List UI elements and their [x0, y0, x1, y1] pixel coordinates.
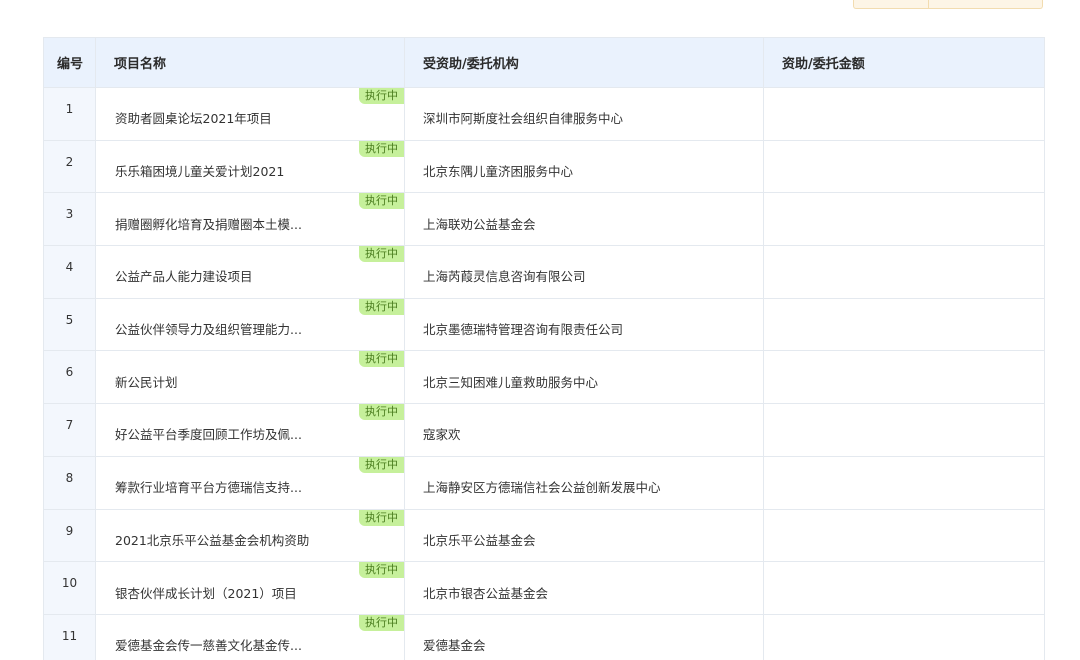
top-tab-group: [853, 0, 1043, 9]
row-number: 3: [43, 192, 96, 247]
table-row[interactable]: 6 执行中 新公民计划 北京三知困难儿童救助服务中心: [43, 350, 1045, 405]
column-header-project-name: 项目名称: [95, 37, 405, 88]
table-row[interactable]: 7 执行中 好公益平台季度回顾工作坊及佩... 寇家欢: [43, 403, 1045, 457]
amount: [763, 455, 1045, 510]
status-badge: 执行中: [359, 140, 404, 157]
amount: [763, 139, 1045, 194]
amount: [763, 87, 1045, 141]
project-name[interactable]: 公益产品人能力建设项目: [115, 266, 404, 285]
organization: 上海芮葭灵信息咨询有限公司: [404, 245, 764, 299]
status-badge: 执行中: [359, 456, 404, 473]
table-row[interactable]: 8 执行中 筹款行业培育平台方德瑞信支持... 上海静安区方德瑞信社会公益创新发…: [43, 455, 1045, 510]
project-name[interactable]: 爱德基金会传一慈善文化基金传...: [115, 635, 404, 654]
table-row[interactable]: 1 执行中 资助者圆桌论坛2021年项目 深圳市阿斯度社会组织自律服务中心: [43, 87, 1045, 141]
status-badge: 执行中: [359, 562, 404, 579]
table-row[interactable]: 11 执行中 爱德基金会传一慈善文化基金传... 爱德基金会: [43, 613, 1045, 660]
status-badge: 执行中: [359, 298, 404, 315]
project-name-cell[interactable]: 执行中 公益产品人能力建设项目: [95, 245, 405, 299]
project-name-cell[interactable]: 执行中 公益伙伴领导力及组织管理能力...: [95, 297, 405, 352]
project-name-cell[interactable]: 执行中 爱德基金会传一慈善文化基金传...: [95, 613, 405, 660]
row-number: 11: [43, 613, 96, 660]
organization: 北京乐平公益基金会: [404, 508, 764, 563]
amount: [763, 350, 1045, 405]
amount: [763, 561, 1045, 615]
table-row[interactable]: 2 执行中 乐乐箱困境儿童关爱计划2021 北京东隅儿童济困服务中心: [43, 139, 1045, 194]
row-number: 5: [43, 297, 96, 352]
project-name[interactable]: 新公民计划: [115, 372, 404, 391]
project-name-cell[interactable]: 执行中 资助者圆桌论坛2021年项目: [95, 87, 405, 141]
column-header-organization: 受资助/委托机构: [404, 37, 764, 88]
project-name-cell[interactable]: 执行中 捐赠圈孵化培育及捐赠圈本土模...: [95, 192, 405, 247]
amount: [763, 245, 1045, 299]
row-number: 7: [43, 403, 96, 457]
row-number: 9: [43, 508, 96, 563]
project-name[interactable]: 筹款行业培育平台方德瑞信支持...: [115, 477, 404, 496]
table-row[interactable]: 5 执行中 公益伙伴领导力及组织管理能力... 北京墨德瑞特管理咨询有限责任公司: [43, 297, 1045, 352]
status-badge: 执行中: [359, 509, 404, 526]
project-name-cell[interactable]: 执行中 银杏伙伴成长计划（2021）项目: [95, 561, 405, 615]
table-header-row: 编号 项目名称 受资助/委托机构 资助/委托金额: [43, 37, 1045, 88]
page: 编号 项目名称 受资助/委托机构 资助/委托金额 1 执行中 资助者圆桌论坛20…: [0, 0, 1080, 660]
status-badge: 执行中: [359, 351, 404, 368]
project-name[interactable]: 2021北京乐平公益基金会机构资助: [115, 530, 404, 549]
project-name-cell[interactable]: 执行中 筹款行业培育平台方德瑞信支持...: [95, 455, 405, 510]
organization: 北京三知困难儿童救助服务中心: [404, 350, 764, 405]
project-name-cell[interactable]: 执行中 乐乐箱困境儿童关爱计划2021: [95, 139, 405, 194]
column-header-number: 编号: [43, 37, 96, 88]
project-name[interactable]: 乐乐箱困境儿童关爱计划2021: [115, 161, 404, 180]
funding-projects-table: 编号 项目名称 受资助/委托机构 资助/委托金额 1 执行中 资助者圆桌论坛20…: [43, 37, 1045, 660]
status-badge: 执行中: [359, 88, 404, 104]
status-badge: 执行中: [359, 193, 404, 210]
table-row[interactable]: 3 执行中 捐赠圈孵化培育及捐赠圈本土模... 上海联劝公益基金会: [43, 192, 1045, 247]
amount: [763, 192, 1045, 247]
table-row[interactable]: 9 执行中 2021北京乐平公益基金会机构资助 北京乐平公益基金会: [43, 508, 1045, 563]
organization: 寇家欢: [404, 403, 764, 457]
project-name-cell[interactable]: 执行中 2021北京乐平公益基金会机构资助: [95, 508, 405, 563]
row-number: 2: [43, 139, 96, 194]
row-number: 8: [43, 455, 96, 510]
row-number: 4: [43, 245, 96, 299]
status-badge: 执行中: [359, 404, 404, 421]
status-badge: 执行中: [359, 246, 404, 263]
project-name[interactable]: 公益伙伴领导力及组织管理能力...: [115, 319, 404, 338]
status-badge: 执行中: [359, 614, 404, 631]
amount: [763, 297, 1045, 352]
organization: 上海静安区方德瑞信社会公益创新发展中心: [404, 455, 764, 510]
project-name[interactable]: 好公益平台季度回顾工作坊及佩...: [115, 424, 404, 443]
project-name[interactable]: 资助者圆桌论坛2021年项目: [115, 108, 404, 127]
amount: [763, 508, 1045, 563]
project-name-cell[interactable]: 执行中 好公益平台季度回顾工作坊及佩...: [95, 403, 405, 457]
amount: [763, 403, 1045, 457]
organization: 北京市银杏公益基金会: [404, 561, 764, 615]
row-number: 1: [43, 87, 96, 141]
organization: 上海联劝公益基金会: [404, 192, 764, 247]
table-row[interactable]: 4 执行中 公益产品人能力建设项目 上海芮葭灵信息咨询有限公司: [43, 245, 1045, 299]
project-name[interactable]: 捐赠圈孵化培育及捐赠圈本土模...: [115, 214, 404, 233]
column-header-amount: 资助/委托金额: [763, 37, 1045, 88]
top-tab-2[interactable]: [929, 0, 1043, 9]
row-number: 6: [43, 350, 96, 405]
organization: 爱德基金会: [404, 613, 764, 660]
project-name-cell[interactable]: 执行中 新公民计划: [95, 350, 405, 405]
organization: 北京东隅儿童济困服务中心: [404, 139, 764, 194]
table-row[interactable]: 10 执行中 银杏伙伴成长计划（2021）项目 北京市银杏公益基金会: [43, 561, 1045, 615]
top-tab-1[interactable]: [853, 0, 929, 9]
amount: [763, 613, 1045, 660]
organization: 北京墨德瑞特管理咨询有限责任公司: [404, 297, 764, 352]
row-number: 10: [43, 561, 96, 615]
project-name[interactable]: 银杏伙伴成长计划（2021）项目: [115, 583, 404, 602]
organization: 深圳市阿斯度社会组织自律服务中心: [404, 87, 764, 141]
